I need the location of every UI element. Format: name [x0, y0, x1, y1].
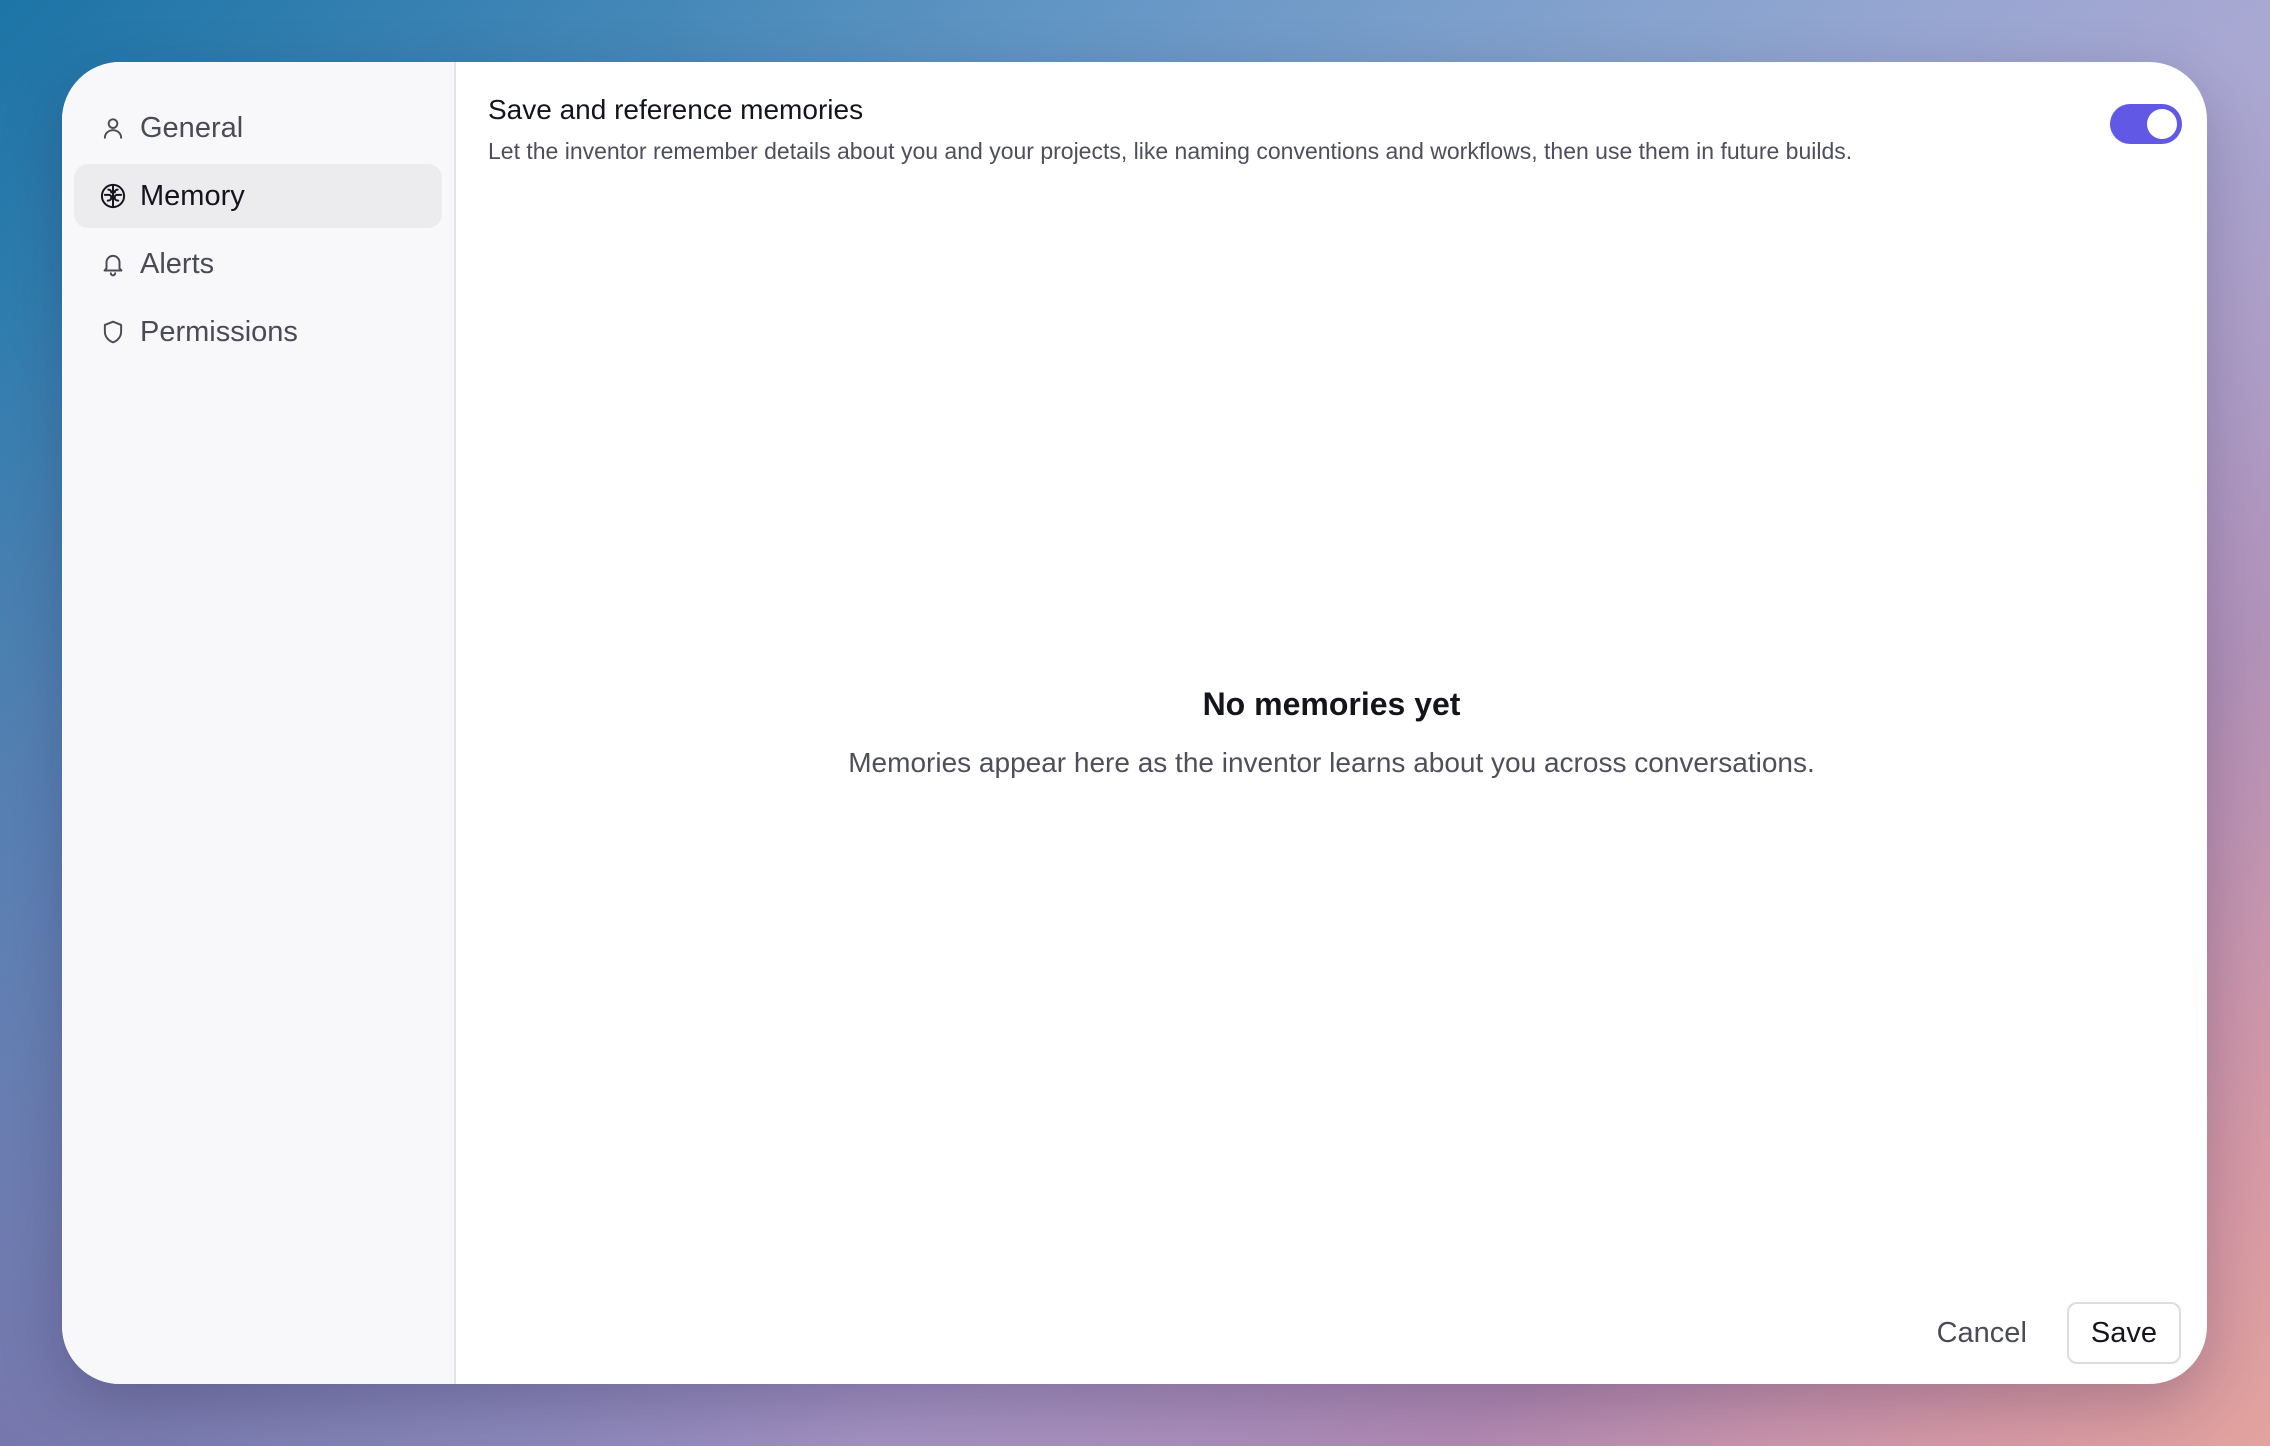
sidebar-item-label: General	[140, 111, 244, 144]
sidebar-item-general[interactable]: General	[74, 96, 442, 160]
save-button[interactable]: Save	[2066, 1302, 2181, 1364]
settings-dialog: General Memory Alerts Permissions Save a…	[62, 62, 2207, 1384]
setting-description: Let the inventor remember details about …	[488, 138, 1853, 164]
user-icon	[98, 113, 128, 143]
empty-state-title: No memories yet	[1202, 686, 1461, 722]
brain-icon	[98, 181, 128, 211]
sidebar-item-permissions[interactable]: Permissions	[74, 300, 442, 364]
settings-content: Save and reference memories Let the inve…	[456, 62, 2207, 1384]
empty-state: No memories yet Memories appear here as …	[456, 686, 2207, 779]
settings-sidebar: General Memory Alerts Permissions	[62, 62, 456, 1384]
bell-icon	[98, 249, 128, 279]
dialog-footer: Cancel Save	[1919, 1302, 2181, 1364]
sidebar-item-label: Memory	[140, 179, 245, 212]
memory-toggle[interactable]	[2110, 104, 2182, 144]
setting-title: Save and reference memories	[488, 94, 864, 125]
sidebar-item-alerts[interactable]: Alerts	[74, 232, 442, 296]
shield-icon	[98, 317, 128, 347]
memory-setting-row: Save and reference memories Let the inve…	[488, 94, 2182, 165]
empty-state-text: Memories appear here as the inventor lea…	[848, 747, 1815, 778]
sidebar-item-memory[interactable]: Memory	[74, 164, 442, 228]
cancel-button[interactable]: Cancel	[1919, 1305, 2045, 1362]
sidebar-item-label: Alerts	[140, 247, 215, 280]
toggle-knob	[2147, 109, 2177, 139]
sidebar-item-label: Permissions	[140, 315, 298, 348]
